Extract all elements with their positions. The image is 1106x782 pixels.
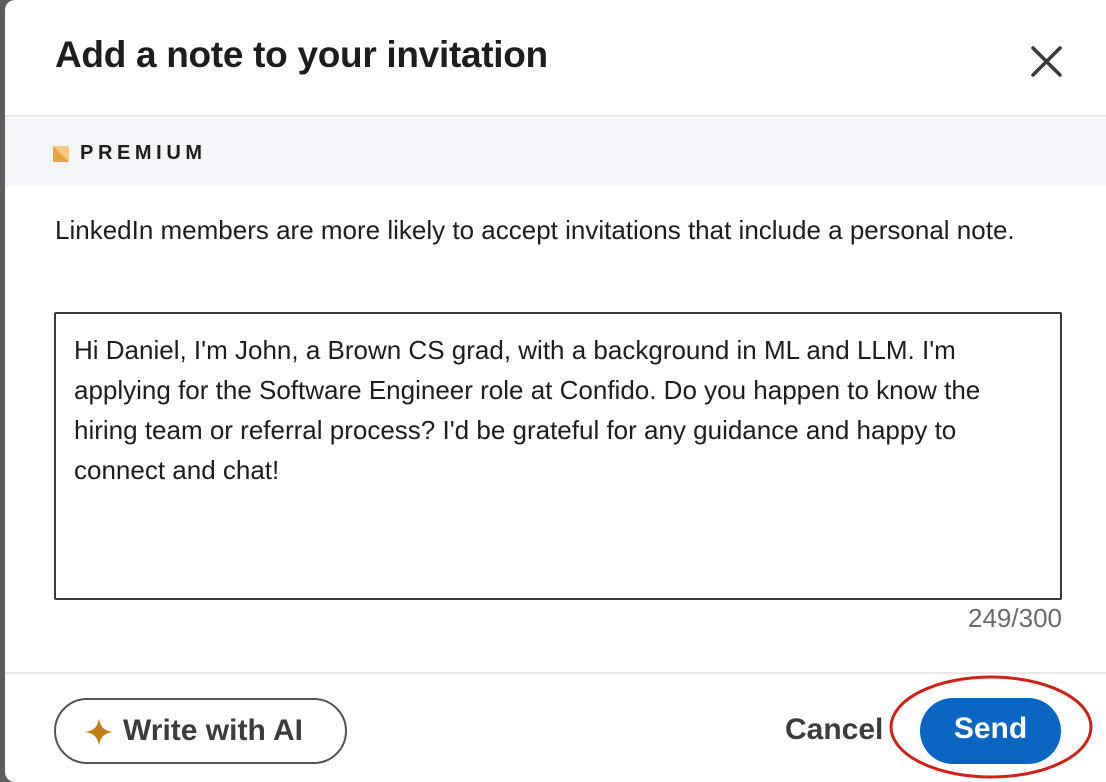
send-button[interactable]: Send <box>920 698 1061 764</box>
cancel-button[interactable]: Cancel <box>785 713 883 747</box>
footer-divider <box>5 672 1106 674</box>
dialog-header: Add a note to your invitation <box>5 0 1106 117</box>
write-with-ai-label: Write with AI <box>123 714 303 747</box>
dialog-title: Add a note to your invitation <box>55 34 548 75</box>
invitation-dialog: Add a note to your invitation PREMIUM Li… <box>5 0 1106 782</box>
close-button[interactable] <box>1023 38 1069 84</box>
note-textarea[interactable]: Hi Daniel, I'm John, a Brown CS grad, wi… <box>54 312 1062 600</box>
close-icon <box>1031 46 1062 77</box>
character-counter: 249/300 <box>968 603 1062 633</box>
premium-logo-icon <box>53 146 69 162</box>
description-text: LinkedIn members are more likely to acce… <box>55 215 1015 245</box>
write-with-ai-button[interactable]: Write with AI <box>54 698 347 764</box>
send-label: Send <box>953 712 1028 745</box>
premium-label: PREMIUM <box>80 142 207 164</box>
premium-banner: PREMIUM <box>5 118 1106 186</box>
sparkle-icon <box>85 718 113 746</box>
